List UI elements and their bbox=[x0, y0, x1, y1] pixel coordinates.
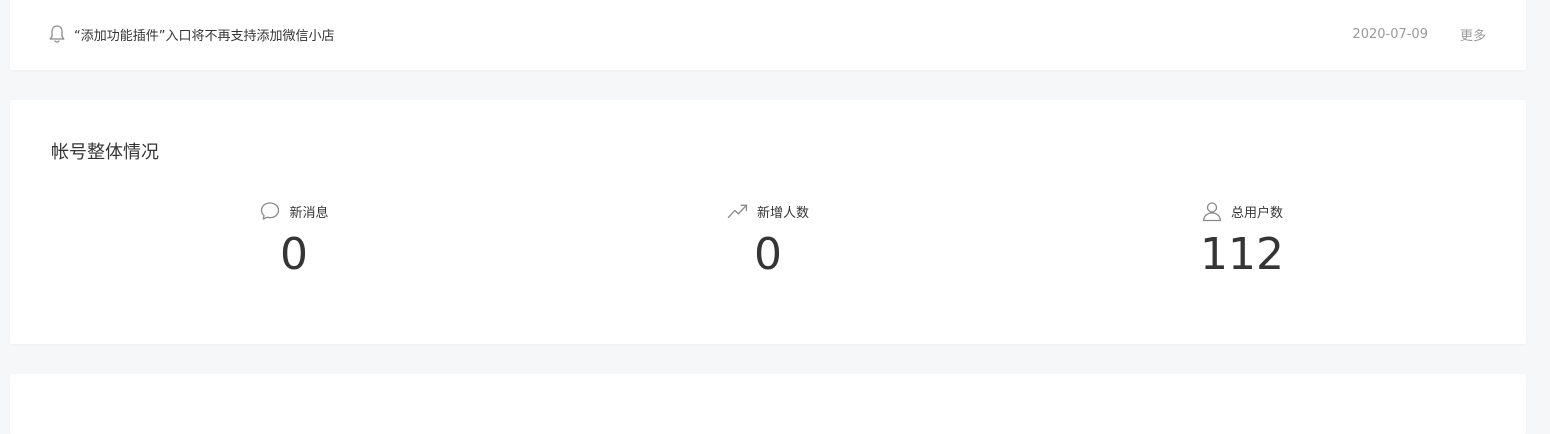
notice-text[interactable]: “添加功能插件”入口将不再支持添加微信小店 bbox=[74, 25, 1352, 44]
stat-label: 总用户数 bbox=[1230, 205, 1283, 221]
bell-icon bbox=[48, 24, 66, 44]
next-section-card bbox=[10, 374, 1526, 434]
stat-new-messages: 新消息 0 bbox=[194, 200, 394, 282]
chat-bubble-icon bbox=[259, 200, 281, 222]
trend-up-icon bbox=[727, 200, 749, 222]
stat-value: 112 bbox=[1200, 229, 1284, 280]
notice-row[interactable]: “添加功能插件”入口将不再支持添加微信小店 2020-07-09 更多 bbox=[48, 22, 1486, 46]
stat-label: 新消息 bbox=[289, 205, 329, 221]
stat-new-followers: 新增人数 0 bbox=[668, 200, 868, 282]
notice-more-link[interactable]: 更多 bbox=[1460, 25, 1486, 44]
notice-card: “添加功能插件”入口将不再支持添加微信小店 2020-07-09 更多 bbox=[10, 0, 1526, 70]
account-overview-card: 帐号整体情况 新消息 0 新增人数 0 总用户数 112 bbox=[10, 100, 1526, 344]
section-title: 帐号整体情况 bbox=[51, 142, 159, 163]
user-icon bbox=[1201, 200, 1223, 222]
stat-total-users: 总用户数 112 bbox=[1142, 200, 1342, 282]
stat-label: 新增人数 bbox=[756, 205, 809, 221]
stat-value: 0 bbox=[280, 229, 308, 280]
notice-date: 2020-07-09 bbox=[1352, 26, 1428, 42]
stat-value: 0 bbox=[754, 229, 782, 280]
